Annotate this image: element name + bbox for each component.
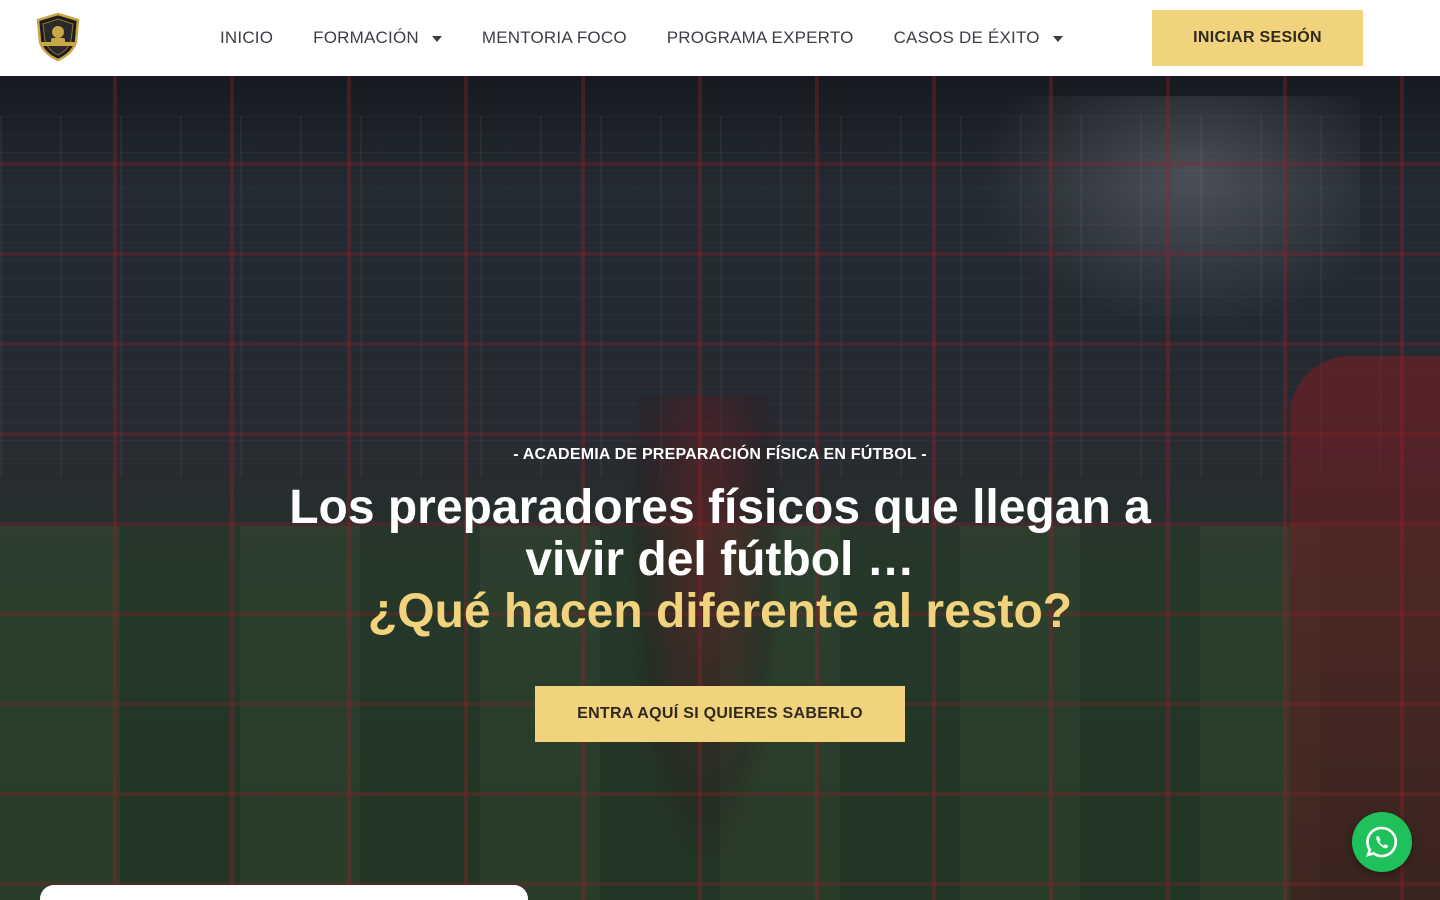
hero-title-line2: vivir del fútbol … (525, 533, 915, 586)
hero-content: - ACADEMIA DE PREPARACIÓN FÍSICA EN FÚTB… (0, 446, 1440, 638)
nav-item-label: FORMACIÓN (313, 28, 419, 47)
login-button[interactable]: INICIAR SESIÓN (1152, 10, 1363, 66)
nav-item-label: CASOS DE ÉXITO (893, 28, 1040, 47)
nav-item-label: INICIO (220, 28, 274, 47)
nav-item-label: PROGRAMA EXPERTO (666, 28, 854, 47)
hero-section: - ACADEMIA DE PREPARACIÓN FÍSICA EN FÚTB… (0, 76, 1440, 900)
nav-item-inicio[interactable]: INICIO (200, 0, 293, 76)
hero-title: Los preparadores físicos que llegan a vi… (0, 482, 1440, 638)
hero-title-accent: ¿Qué hacen diferente al resto? (367, 585, 1073, 638)
hero-title-line1: Los preparadores físicos que llegan a (289, 481, 1151, 534)
nav-item-formacion[interactable]: FORMACIÓN (293, 0, 462, 76)
nav-item-casos-de-exito[interactable]: CASOS DE ÉXITO (874, 0, 1083, 76)
nav-item-programa-experto[interactable]: PROGRAMA EXPERTO (647, 0, 874, 76)
caret-down-icon (1052, 36, 1063, 42)
hero-eyebrow: - ACADEMIA DE PREPARACIÓN FÍSICA EN FÚTB… (513, 446, 927, 463)
content-card (40, 885, 528, 900)
main-nav: INICIO FORMACIÓN MENTORIA FOCO PROGRAMA … (200, 0, 1083, 76)
academy-logo[interactable] (34, 12, 82, 62)
whatsapp-button[interactable] (1352, 812, 1412, 872)
nav-item-label: MENTORIA FOCO (481, 28, 627, 47)
nav-item-mentoria-foco[interactable]: MENTORIA FOCO (462, 0, 647, 76)
shield-logo-icon (36, 12, 80, 62)
whatsapp-icon (1365, 826, 1398, 858)
hero-cta-button[interactable]: ENTRA AQUÍ SI QUIERES SABERLO (535, 686, 905, 742)
caret-down-icon (431, 36, 442, 42)
site-header: INICIO FORMACIÓN MENTORIA FOCO PROGRAMA … (0, 0, 1440, 76)
